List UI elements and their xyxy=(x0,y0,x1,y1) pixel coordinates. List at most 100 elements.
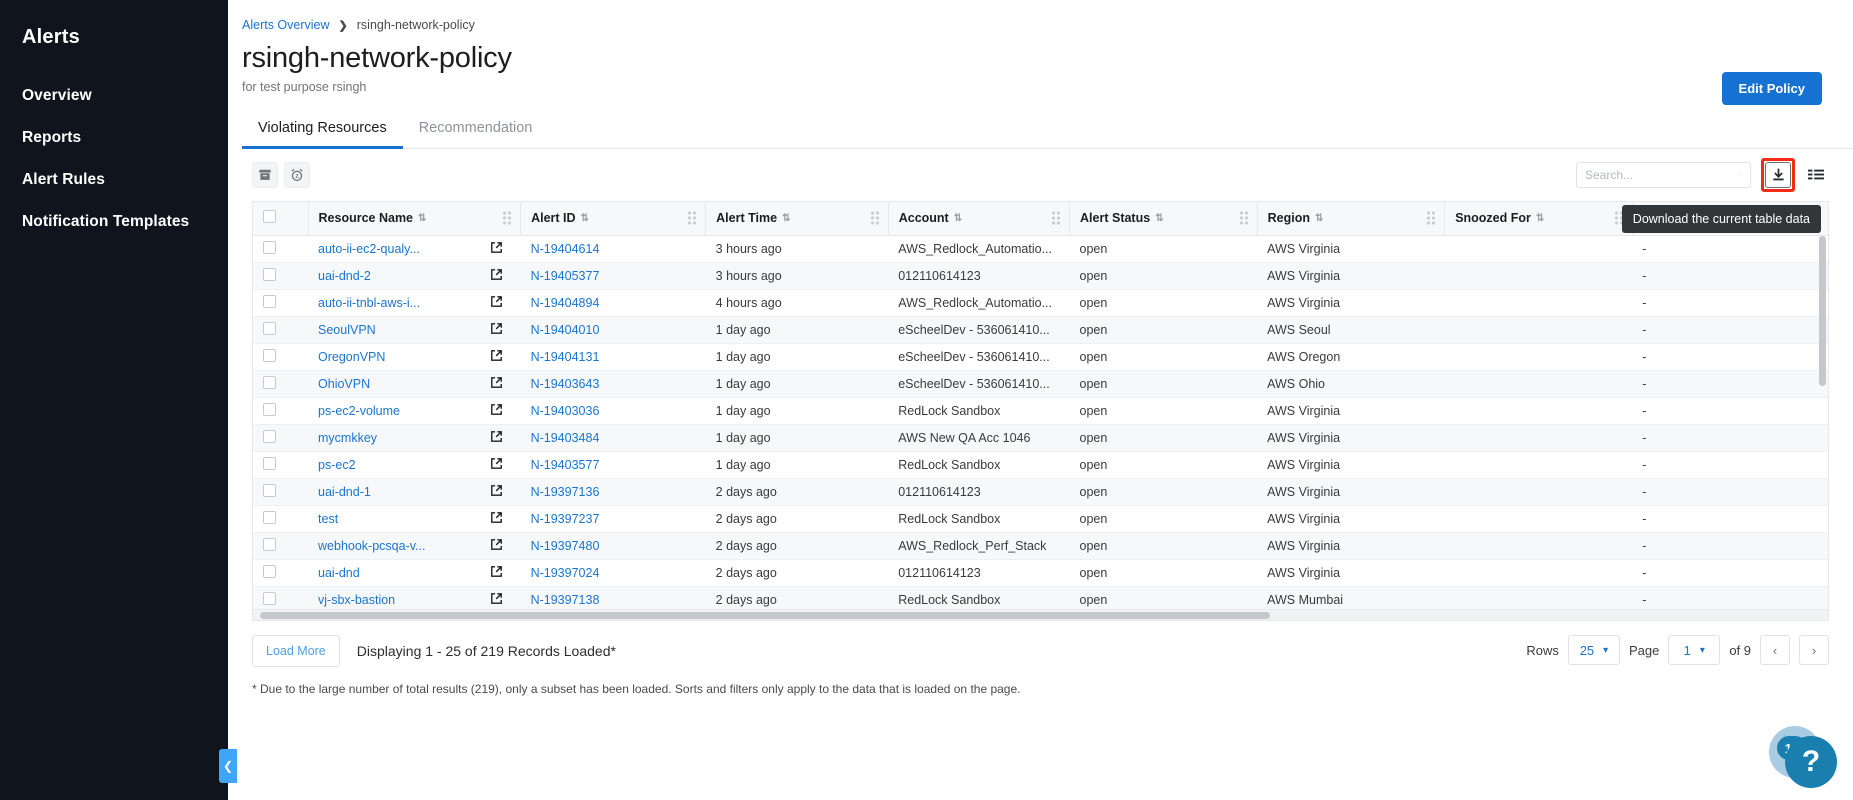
open-resource-button[interactable] xyxy=(490,268,503,284)
sort-icon[interactable]: ⇅ xyxy=(1315,213,1322,224)
row-checkbox[interactable] xyxy=(263,403,276,416)
external-link-icon[interactable] xyxy=(490,403,503,416)
resource-name-link[interactable]: auto-ii-ec2-qualy... xyxy=(318,242,420,256)
external-link-icon[interactable] xyxy=(490,484,503,497)
alert-id-link[interactable]: N-19397237 xyxy=(531,512,600,526)
column-resize-grip[interactable] xyxy=(503,212,511,225)
table-horizontal-scrollbar[interactable] xyxy=(253,609,1828,620)
column-resize-grip[interactable] xyxy=(1052,212,1060,225)
open-resource-button[interactable] xyxy=(490,376,503,392)
alert-id-link[interactable]: N-19404131 xyxy=(531,350,600,364)
resource-name-link[interactable]: test xyxy=(318,512,338,526)
column-header-alert-time[interactable]: Alert Time ⇅ xyxy=(706,202,889,235)
resource-name-link[interactable]: vj-sbx-bastion xyxy=(318,593,395,607)
resource-name-link[interactable]: OregonVPN xyxy=(318,350,385,364)
row-checkbox[interactable] xyxy=(263,457,276,470)
edit-policy-button[interactable]: Edit Policy xyxy=(1722,72,1822,105)
resource-name-link[interactable]: uai-dnd-1 xyxy=(318,485,371,499)
previous-page-button[interactable]: ‹ xyxy=(1760,635,1790,665)
search-box[interactable] xyxy=(1576,162,1751,188)
tab-violating-resources[interactable]: Violating Resources xyxy=(242,112,403,149)
resource-name-link[interactable]: uai-dnd xyxy=(318,566,360,580)
external-link-icon[interactable] xyxy=(490,268,503,281)
alert-id-link[interactable]: N-19397480 xyxy=(531,539,600,553)
external-link-icon[interactable] xyxy=(490,241,503,254)
sort-icon[interactable]: ⇅ xyxy=(1155,213,1162,224)
row-checkbox[interactable] xyxy=(263,241,276,254)
table-row[interactable]: ps-ec2-volumeN-194030361 day agoRedLock … xyxy=(253,397,1829,424)
resource-name-link[interactable]: ps-ec2 xyxy=(318,458,356,472)
load-more-button[interactable]: Load More xyxy=(252,635,340,667)
table-row[interactable]: SeoulVPNN-194040101 day agoeScheelDev - … xyxy=(253,316,1829,343)
open-resource-button[interactable] xyxy=(490,511,503,527)
column-header-account[interactable]: Account ⇅ xyxy=(888,202,1069,235)
column-resize-grip[interactable] xyxy=(871,212,879,225)
sidebar-collapse-button[interactable]: ❮ xyxy=(219,749,237,783)
open-resource-button[interactable] xyxy=(490,484,503,500)
resource-name-link[interactable]: webhook-pcsqa-v... xyxy=(318,539,425,553)
alert-id-link[interactable]: N-19403484 xyxy=(531,431,600,445)
row-checkbox[interactable] xyxy=(263,295,276,308)
row-checkbox[interactable] xyxy=(263,322,276,335)
table-row[interactable]: auto-ii-tnbl-aws-i...N-194048944 hours a… xyxy=(253,289,1829,316)
table-row[interactable]: auto-ii-ec2-qualy...N-194046143 hours ag… xyxy=(253,235,1829,262)
sort-icon[interactable]: ⇅ xyxy=(1536,213,1543,224)
resource-name-link[interactable]: SeoulVPN xyxy=(318,323,376,337)
column-header-snoozed-for[interactable]: Snoozed For ⇅ xyxy=(1445,202,1633,235)
download-table-data-button[interactable] xyxy=(1765,162,1791,188)
open-resource-button[interactable] xyxy=(490,295,503,311)
resource-name-link[interactable]: auto-ii-tnbl-aws-i... xyxy=(318,296,420,310)
sidebar-item-overview[interactable]: Overview xyxy=(0,75,228,117)
external-link-icon[interactable] xyxy=(490,295,503,308)
row-checkbox[interactable] xyxy=(263,538,276,551)
table-row[interactable]: uai-dnd-2N-194053773 hours ago0121106141… xyxy=(253,262,1829,289)
rows-per-page-select[interactable]: 25 ▾ xyxy=(1568,635,1620,665)
snooze-selected-button[interactable]: Z xyxy=(284,162,310,188)
tab-recommendation[interactable]: Recommendation xyxy=(403,112,549,149)
column-header-alert-id[interactable]: Alert ID ⇅ xyxy=(521,202,706,235)
table-row[interactable]: uai-dndN-193970242 days ago012110614123o… xyxy=(253,559,1829,586)
column-header-alert-status[interactable]: Alert Status ⇅ xyxy=(1070,202,1258,235)
search-input[interactable] xyxy=(1585,168,1740,182)
table-row[interactable]: OregonVPNN-194041311 day agoeScheelDev -… xyxy=(253,343,1829,370)
external-link-icon[interactable] xyxy=(490,592,503,605)
column-header-resource-name[interactable]: Resource Name ⇅ xyxy=(308,202,521,235)
external-link-icon[interactable] xyxy=(490,376,503,389)
resource-name-link[interactable]: mycmkkey xyxy=(318,431,377,445)
external-link-icon[interactable] xyxy=(490,457,503,470)
external-link-icon[interactable] xyxy=(490,322,503,335)
page-number-select[interactable]: 1 ▾ xyxy=(1668,635,1720,665)
row-checkbox[interactable] xyxy=(263,484,276,497)
external-link-icon[interactable] xyxy=(490,538,503,551)
sidebar-item-notification-templates[interactable]: Notification Templates xyxy=(0,201,228,243)
sort-icon[interactable]: ⇅ xyxy=(954,213,961,224)
alert-id-link[interactable]: N-19405377 xyxy=(531,269,600,283)
alert-id-link[interactable]: N-19404010 xyxy=(531,323,600,337)
alert-id-link[interactable]: N-19404894 xyxy=(531,296,600,310)
table-vertical-scrollbar[interactable] xyxy=(1819,236,1826,386)
resource-name-link[interactable]: uai-dnd-2 xyxy=(318,269,371,283)
external-link-icon[interactable] xyxy=(490,565,503,578)
row-checkbox[interactable] xyxy=(263,349,276,362)
alert-id-link[interactable]: N-19397136 xyxy=(531,485,600,499)
sort-icon[interactable]: ⇅ xyxy=(581,213,588,224)
external-link-icon[interactable] xyxy=(490,349,503,362)
table-row[interactable]: webhook-pcsqa-v...N-193974802 days agoAW… xyxy=(253,532,1829,559)
open-resource-button[interactable] xyxy=(490,538,503,554)
sort-icon[interactable]: ⇅ xyxy=(418,213,425,224)
table-row[interactable]: OhioVPNN-194036431 day agoeScheelDev - 5… xyxy=(253,370,1829,397)
column-header-region[interactable]: Region ⇅ xyxy=(1257,202,1445,235)
alert-id-link[interactable]: N-19404614 xyxy=(531,242,600,256)
alert-id-link[interactable]: N-19397138 xyxy=(531,593,600,607)
open-resource-button[interactable] xyxy=(490,322,503,338)
alert-id-link[interactable]: N-19403577 xyxy=(531,458,600,472)
row-checkbox[interactable] xyxy=(263,511,276,524)
external-link-icon[interactable] xyxy=(490,430,503,443)
table-row[interactable]: testN-193972372 days agoRedLock Sandboxo… xyxy=(253,505,1829,532)
external-link-icon[interactable] xyxy=(490,511,503,524)
alert-id-link[interactable]: N-19403643 xyxy=(531,377,600,391)
table-row[interactable]: uai-dnd-1N-193971362 days ago01211061412… xyxy=(253,478,1829,505)
sort-icon[interactable]: ⇅ xyxy=(782,213,789,224)
select-all-checkbox[interactable] xyxy=(263,210,276,223)
open-resource-button[interactable] xyxy=(490,592,503,608)
